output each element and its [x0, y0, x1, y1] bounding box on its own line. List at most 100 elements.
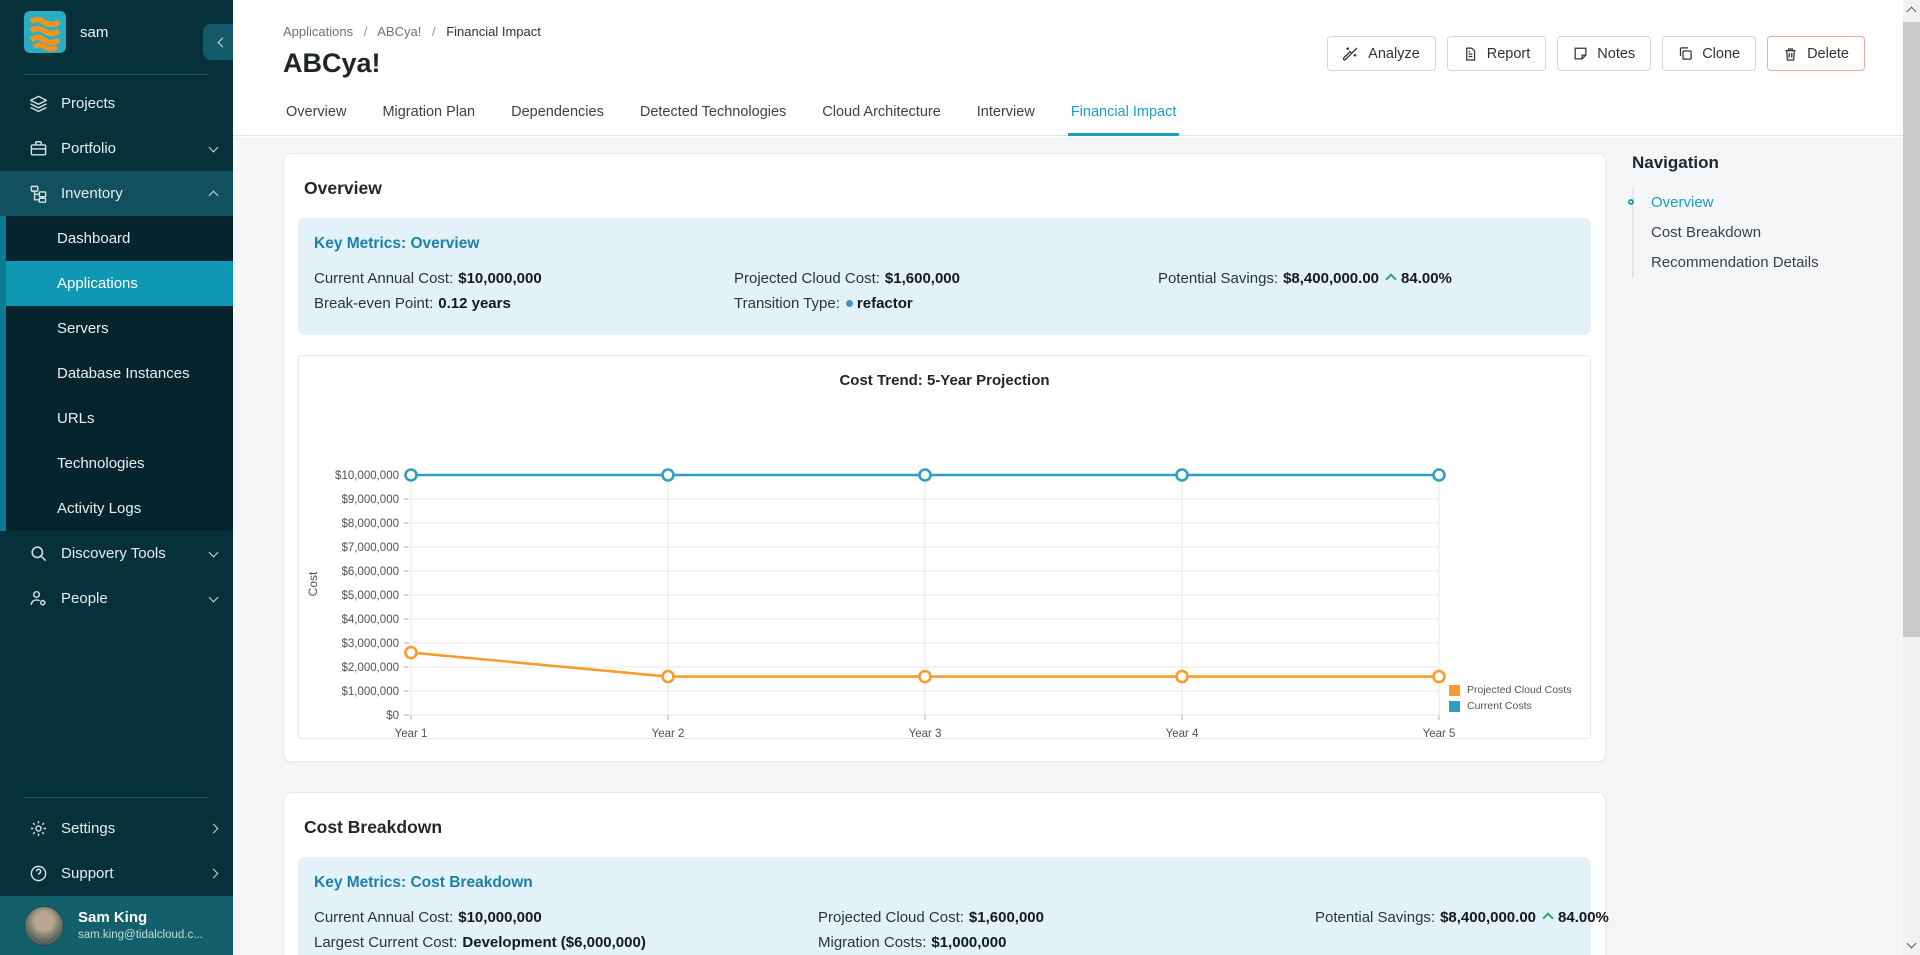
metric-label: Potential Savings: [1315, 909, 1435, 926]
metric-label: Potential Savings: [1158, 270, 1278, 287]
metric-label: Current Annual Cost: [314, 270, 453, 287]
metric-value: $1,000,000 [931, 934, 1006, 951]
page-navigation-list: Overview Cost Breakdown Recommendation D… [1632, 188, 1897, 278]
tab-detected-technologies[interactable]: Detected Technologies [637, 94, 789, 136]
page-header: Applications / ABCya! / Financial Impact… [233, 0, 1903, 136]
scroll-up-icon[interactable] [1907, 7, 1917, 17]
clone-button[interactable]: Clone [1662, 36, 1756, 71]
tab-interview[interactable]: Interview [974, 94, 1038, 136]
metric-current-annual-cost: Current Annual Cost:$10,000,000 [314, 266, 734, 291]
metrics-column: Projected Cloud Cost:$1,600,000 Transiti… [734, 266, 1158, 316]
svg-text:$2,000,000: $2,000,000 [341, 662, 399, 674]
chart-y-axis-label: Cost [306, 534, 320, 634]
sidebar-item-projects[interactable]: Projects [0, 81, 233, 126]
overview-heading: Overview [298, 178, 1591, 199]
sidebar-subitem-servers[interactable]: Servers [6, 306, 233, 351]
sidebar-item-label: Discovery Tools [61, 545, 210, 562]
user-menu[interactable]: Sam King sam.king@tidalcloud.c... [0, 896, 233, 955]
metric-label: Transition Type: [734, 295, 840, 312]
analyze-button[interactable]: Analyze [1327, 36, 1436, 71]
sidebar-subitem-dashboard[interactable]: Dashboard [6, 216, 233, 261]
delete-button[interactable]: Delete [1767, 36, 1865, 71]
metric-largest-current-cost: Largest Current Cost:Development ($6,000… [314, 930, 818, 955]
sidebar-item-discovery-tools[interactable]: Discovery Tools [0, 531, 233, 576]
transition-type-dot-icon [846, 300, 853, 307]
user-name: Sam King [78, 909, 203, 928]
metrics-column: Potential Savings:$8,400,000.0084.00% [1158, 266, 1575, 316]
metrics-column: Current Annual Cost:$10,000,000 Largest … [314, 905, 818, 955]
sidebar-subitem-technologies[interactable]: Technologies [6, 441, 233, 486]
subitem-label: Servers [57, 320, 109, 337]
notes-button[interactable]: Notes [1557, 36, 1651, 71]
scroll-down-icon[interactable] [1907, 939, 1917, 949]
sidebar-item-inventory[interactable]: Inventory [0, 171, 233, 216]
button-label: Delete [1807, 46, 1849, 62]
sidebar-item-portfolio[interactable]: Portfolio [0, 126, 233, 171]
svg-text:$6,000,000: $6,000,000 [341, 566, 399, 578]
key-metrics-overview-title: Key Metrics: Overview [314, 235, 1575, 253]
breadcrumb-applications[interactable]: Applications [283, 24, 353, 39]
tab-financial-impact[interactable]: Financial Impact [1068, 94, 1180, 136]
breadcrumb: Applications / ABCya! / Financial Impact [283, 24, 541, 39]
tidal-logo-icon [24, 11, 66, 53]
svg-text:Year 1: Year 1 [395, 728, 428, 740]
active-bullet-icon [1628, 199, 1634, 205]
tab-cloud-architecture[interactable]: Cloud Architecture [819, 94, 943, 136]
metric-migration-costs: Migration Costs: $1,000,000 [818, 930, 1315, 955]
gear-icon [28, 819, 48, 839]
svg-text:$7,000,000: $7,000,000 [341, 542, 399, 554]
sidebar-subitem-database-instances[interactable]: Database Instances [6, 351, 233, 396]
inventory-submenu: Dashboard Applications Servers Database … [0, 216, 233, 531]
svg-text:Year 5: Year 5 [1423, 728, 1456, 740]
chevron-up-icon [209, 191, 219, 201]
page-nav-label: Recommendation Details [1651, 254, 1819, 271]
sidebar-subitem-activity-logs[interactable]: Activity Logs [6, 486, 233, 531]
metric-transition-type: Transition Type:refactor [734, 291, 1158, 316]
sidebar-divider [24, 797, 209, 798]
svg-text:$5,000,000: $5,000,000 [341, 590, 399, 602]
tab-dependencies[interactable]: Dependencies [508, 94, 607, 136]
metrics-column: Potential Savings:$8,400,000.0084.00% [1315, 905, 1609, 955]
key-metrics-grid: Current Annual Cost:$10,000,000 Break-ev… [314, 266, 1575, 316]
page-nav-item-recommendation-details[interactable]: Recommendation Details [1634, 248, 1897, 278]
svg-text:$8,000,000: $8,000,000 [341, 518, 399, 530]
sidebar-item-settings[interactable]: Settings [0, 806, 233, 851]
metric-trend-value: 84.00% [1558, 909, 1609, 926]
tab-overview[interactable]: Overview [283, 94, 349, 136]
page-navigation-title: Navigation [1632, 153, 1897, 173]
scrollbar-thumb[interactable] [1903, 22, 1920, 637]
report-button[interactable]: Report [1447, 36, 1547, 71]
sidebar: sam Projects Portfolio [0, 0, 233, 955]
svg-text:$9,000,000: $9,000,000 [341, 494, 399, 506]
sitemap-icon [28, 184, 48, 204]
sidebar-item-label: Settings [61, 820, 210, 837]
user-email: sam.king@tidalcloud.c... [78, 928, 203, 942]
sidebar-item-people[interactable]: People [0, 576, 233, 621]
user-avatar [24, 906, 64, 946]
svg-text:$3,000,000: $3,000,000 [341, 638, 399, 650]
metric-label: Break-even Point: [314, 295, 433, 312]
subitem-label: Activity Logs [57, 500, 141, 517]
svg-text:$10,000,000: $10,000,000 [335, 470, 399, 482]
key-metrics-grid: Current Annual Cost:$10,000,000 Largest … [314, 905, 1575, 955]
page-nav-item-overview[interactable]: Overview [1634, 188, 1897, 218]
legend-swatch-teal [1449, 701, 1460, 712]
breadcrumb-separator: / [364, 24, 368, 39]
page-nav-item-cost-breakdown[interactable]: Cost Breakdown [1634, 218, 1897, 248]
sidebar-item-support[interactable]: Support [0, 851, 233, 896]
browser-scrollbar[interactable] [1903, 0, 1920, 955]
metric-current-annual-cost: Current Annual Cost:$10,000,000 [314, 905, 818, 930]
sidebar-divider [24, 74, 209, 75]
key-metrics-overview-card: Key Metrics: Overview Current Annual Cos… [298, 218, 1591, 335]
sidebar-subitem-urls[interactable]: URLs [6, 396, 233, 441]
cost-breakdown-section: Cost Breakdown Key Metrics: Cost Breakdo… [283, 792, 1606, 955]
tab-migration-plan[interactable]: Migration Plan [379, 94, 478, 136]
chart-legend: Projected Cloud Costs Current Costs [1449, 682, 1571, 714]
metric-value: Development ($6,000,000) [462, 934, 645, 951]
chevron-down-icon [209, 592, 219, 602]
metric-label: Projected Cloud Cost: [734, 270, 880, 287]
breadcrumb-abcya[interactable]: ABCya! [377, 24, 421, 39]
sidebar-subitem-applications[interactable]: Applications [6, 261, 233, 306]
page-title: ABCya! [283, 48, 381, 79]
metric-label: Migration Costs: [818, 934, 926, 951]
